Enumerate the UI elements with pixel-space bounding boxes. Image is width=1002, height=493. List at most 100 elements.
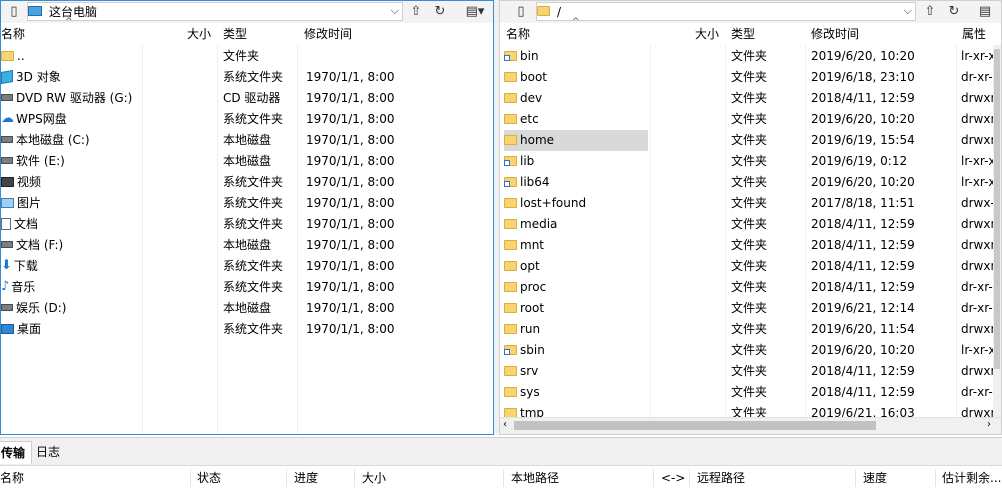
table-row[interactable]: root 文件夹 2019/6/21, 12:14 dr-xr-x [500,298,1001,319]
transfer-col-eta[interactable]: 估计剩余... [942,466,1001,490]
table-row[interactable]: ☁ WPS网盘 系统文件夹 1970/1/1, 8:00 [1,109,493,130]
file-name-cell: 图片 [1,193,141,214]
file-name-cell: opt [504,256,648,277]
remote-view-menu-button[interactable]: ▤ [969,2,1001,21]
file-modified: 2019/6/19, 15:54 [811,133,915,147]
table-row[interactable]: 本地磁盘 (C:) 本地磁盘 1970/1/1, 8:00 [1,130,493,151]
remote-parent-folder-button[interactable]: ⇧ [919,2,941,21]
remote-col-name[interactable]: 名称 [506,23,530,45]
table-row[interactable]: ⬇ 下载 系统文件夹 1970/1/1, 8:00 [1,256,493,277]
drive-icon [1,241,13,248]
file-type: 文件夹 [731,406,768,418]
local-panel-toggle-icon[interactable]: ▯ [3,2,25,21]
transfer-col-progress[interactable]: 进度 [294,466,318,490]
table-row[interactable]: 视频 系统文件夹 1970/1/1, 8:00 [1,172,493,193]
transfer-col-speed[interactable]: 速度 [863,466,887,490]
local-col-type[interactable]: 类型 [223,23,247,45]
remote-horizontal-scrollbar[interactable]: ‹ › [500,417,1001,434]
table-row[interactable]: 3D 对象 系统文件夹 1970/1/1, 8:00 [1,67,493,88]
remote-path-combobox[interactable]: / ⌵ [536,2,916,21]
remote-panel-toggle-icon[interactable]: ▯ [510,2,532,21]
table-row[interactable]: 图片 系统文件夹 1970/1/1, 8:00 [1,193,493,214]
table-row[interactable]: 文档 系统文件夹 1970/1/1, 8:00 [1,214,493,235]
download-icon: ⬇ [1,257,12,273]
local-file-pane[interactable]: ▯ 这台电脑 ⌵ ⇧ ↻ ▤▾ 名称 ^ 大小 类型 修改时间 .. 文件夹 3D … [0,0,494,435]
file-name: 文档 [14,217,39,231]
file-name: lib [520,154,535,168]
file-modified: 1970/1/1, 8:00 [306,217,395,231]
table-row[interactable]: opt文件夹2018/4/11, 12:59drwxr-x [500,256,1001,277]
transfer-col-remote-path[interactable]: 远程路径 [697,466,745,490]
file-type: 系统文件夹 [223,196,284,210]
local-col-size[interactable]: 大小 [187,23,211,45]
table-row[interactable]: tmp文件夹2019/6/21, 16:03drwxrwx [500,403,1001,418]
local-path-combobox[interactable]: 这台电脑 ⌵ [27,2,403,21]
file-type: 文件夹 [731,175,768,189]
table-row[interactable]: sys 文件夹 2018/4/11, 12:59 dr-xr-x [500,382,1001,403]
file-name: sbin [520,343,545,357]
table-row[interactable]: lib64 文件夹 2019/6/20, 10:20 lr-xr-x [500,172,1001,193]
tab-transfer[interactable]: 传输 [0,441,33,464]
table-row[interactable]: lost+found 文件夹 2017/8/18, 11:51 drwx-- [500,193,1001,214]
transfer-col-status[interactable]: 状态 [197,466,221,490]
chevron-down-icon[interactable]: ⌵ [904,4,912,18]
table-row[interactable]: 文档 (F:) 本地磁盘 1970/1/1, 8:00 [1,235,493,256]
table-row[interactable]: media文件夹2018/4/11, 12:59drwxr-x [500,214,1001,235]
table-row[interactable]: DVD RW 驱动器 (G:) CD 驱动器 1970/1/1, 8:00 [1,88,493,109]
tab-log[interactable]: 日志 [30,441,66,463]
file-type: 文件夹 [731,238,768,252]
file-name-cell: srv [504,361,648,382]
transfer-col-name[interactable]: 名称 [0,466,24,490]
remote-vertical-scrollbar[interactable] [993,45,1001,418]
file-name-cell: home [504,130,648,151]
table-row[interactable]: etc文件夹2019/6/20, 10:20drwxr-x [500,109,1001,130]
table-row[interactable]: ♪ 音乐 系统文件夹 1970/1/1, 8:00 [1,277,493,298]
file-type: 系统文件夹 [223,70,284,84]
remote-hscroll-thumb[interactable] [514,421,876,430]
file-modified: 2019/6/21, 16:03 [811,406,915,418]
file-name: mnt [520,238,544,252]
remote-col-size[interactable]: 大小 [695,23,719,45]
table-row[interactable]: 软件 (E:) 本地磁盘 1970/1/1, 8:00 [1,151,493,172]
file-modified: 1970/1/1, 8:00 [306,301,395,315]
dvd-drive-icon [1,94,13,101]
file-modified: 1970/1/1, 8:00 [306,154,395,168]
table-row[interactable]: mnt文件夹2018/4/11, 12:59drwxr-x [500,235,1001,256]
transfer-col-size[interactable]: 大小 [362,466,386,490]
transfer-col-local-path[interactable]: 本地路径 [511,466,559,490]
table-row[interactable]: dev文件夹2018/4/11, 12:59drwxr-x [500,88,1001,109]
file-type: 系统文件夹 [223,175,284,189]
table-row[interactable]: boot 文件夹 2019/6/18, 23:10 dr-xr-x [500,67,1001,88]
chevron-down-icon[interactable]: ⌵ [391,4,399,18]
table-row[interactable]: home文件夹2019/6/19, 15:54drwxr-x [500,130,1001,151]
remote-col-modified[interactable]: 修改时间 [811,23,859,45]
table-row[interactable]: srv文件夹2018/4/11, 12:59drwxr-x [500,361,1001,382]
remote-file-pane[interactable]: ▯ / ⌵ ⇧ ↻ ▤ 名称 ^ 大小 类型 修改时间 属性 bin 文件夹 201… [499,0,1002,435]
table-row[interactable]: 娱乐 (D:) 本地磁盘 1970/1/1, 8:00 [1,298,493,319]
table-row[interactable]: sbin 文件夹 2019/6/20, 10:20 lr-xr-x [500,340,1001,361]
folder-icon [504,239,517,250]
file-type: CD 驱动器 [223,91,281,105]
scroll-left-icon[interactable]: ‹ [503,419,507,430]
table-row[interactable]: .. 文件夹 [1,46,493,67]
remote-col-type[interactable]: 类型 [731,23,755,45]
table-row[interactable]: run文件夹2019/6/20, 11:54drwxr-x [500,319,1001,340]
file-name-cell: bin [504,46,648,67]
scroll-right-icon[interactable]: › [987,419,991,430]
file-name-cell: ☁ WPS网盘 [1,109,141,130]
local-col-modified[interactable]: 修改时间 [304,23,352,45]
table-row[interactable]: 桌面 系统文件夹 1970/1/1, 8:00 [1,319,493,340]
local-refresh-button[interactable]: ↻ [429,2,451,21]
remote-refresh-button[interactable]: ↻ [943,2,965,21]
desktop-icon [1,323,14,334]
local-parent-folder-button[interactable]: ⇧ [405,2,427,21]
transfer-col-direction[interactable]: <-> [661,466,685,490]
table-row[interactable]: lib 文件夹 2019/6/19, 0:12 lr-xr-x [500,151,1001,172]
local-view-menu-button[interactable]: ▤▾ [457,2,493,21]
remote-col-attributes[interactable]: 属性 [962,23,986,45]
local-col-name[interactable]: 名称 [1,23,25,45]
file-modified: 1970/1/1, 8:00 [306,91,395,105]
table-row[interactable]: proc 文件夹 2018/4/11, 12:59 dr-xr-x [500,277,1001,298]
table-row[interactable]: bin 文件夹 2019/6/20, 10:20 lr-xr-x [500,46,1001,67]
music-icon: ♪ [1,278,10,294]
